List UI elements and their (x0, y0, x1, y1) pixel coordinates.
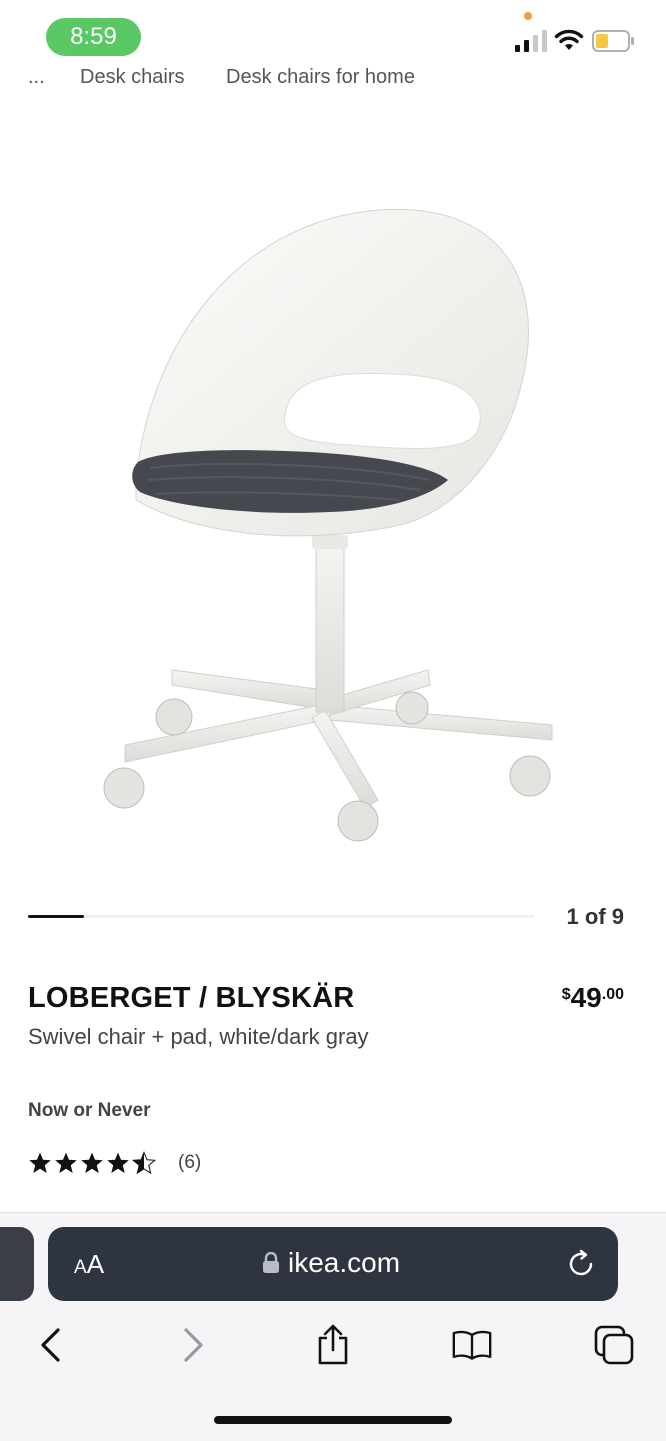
lock-icon (263, 1252, 279, 1273)
wifi-icon (554, 29, 584, 50)
url-display[interactable]: ikea.com (262, 1247, 400, 1279)
breadcrumb-item-ellipsis[interactable]: ... (28, 66, 45, 84)
product-description: Swivel chair + pad, white/dark gray (28, 1024, 369, 1049)
breadcrumb-item-desk-chairs-home[interactable]: Desk chairs for home (226, 66, 415, 84)
back-icon (41, 1328, 60, 1362)
image-carousel-count: 1 of 9 (566, 904, 624, 929)
share-button[interactable] (313, 1324, 353, 1365)
image-carousel-progress[interactable] (28, 915, 534, 918)
share-icon (318, 1324, 348, 1365)
forward-icon (184, 1328, 203, 1362)
tabs-button[interactable] (594, 1325, 634, 1365)
status-bar: 8:59 (0, 0, 666, 70)
reload-icon[interactable] (566, 1249, 596, 1279)
product-title: LOBERGET / BLYSKÄR (28, 982, 355, 1014)
star-icon (29, 1152, 51, 1173)
status-time: 8:59 (46, 18, 141, 56)
breadcrumb-item-desk-chairs[interactable]: Desk chairs (80, 66, 184, 84)
breadcrumb: ... Desk chairs Desk chairs for home (28, 62, 528, 84)
rating-stars (28, 1151, 156, 1175)
bookmarks-button[interactable] (452, 1325, 492, 1365)
back-button[interactable] (30, 1325, 70, 1365)
star-icon (55, 1152, 77, 1173)
price-currency: $ (561, 986, 571, 1003)
reader-aa-button[interactable]: AA (74, 1249, 104, 1280)
promo-label: Now or Never (28, 1100, 151, 1121)
home-indicator[interactable] (214, 1416, 452, 1424)
product-rating[interactable]: (6) (28, 1150, 201, 1176)
tabs-icon (594, 1325, 634, 1365)
bookmarks-icon (452, 1330, 492, 1360)
image-carousel-progress-thumb (28, 915, 84, 918)
star-half-icon (132, 1151, 156, 1175)
privacy-indicator-dot (524, 12, 532, 20)
product-image[interactable] (80, 180, 580, 860)
price-integer: 49 (570, 982, 602, 1013)
address-bar[interactable]: AA ikea.com (48, 1227, 618, 1301)
browser-bottom-bar: AA ikea.com (0, 1212, 666, 1441)
product-price: $49.00 (562, 982, 624, 1014)
star-icon (81, 1152, 103, 1173)
battery-icon (592, 30, 634, 52)
rating-count: (6) (178, 1152, 202, 1173)
previous-tab-preview[interactable] (0, 1227, 34, 1301)
browser-toolbar (0, 1315, 666, 1375)
cellular-signal-icon (515, 30, 547, 52)
price-decimal: .00 (601, 986, 624, 1003)
url-text: ikea.com (288, 1247, 401, 1278)
forward-button[interactable] (174, 1325, 214, 1365)
star-icon (107, 1152, 129, 1173)
